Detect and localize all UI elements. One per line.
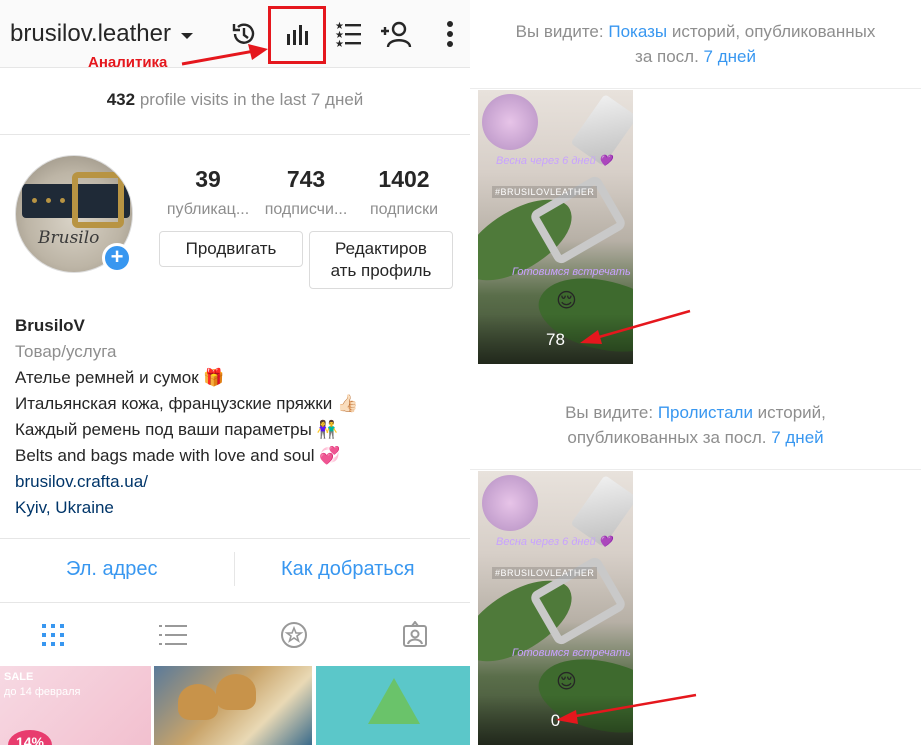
divider [470,88,921,89]
thumb-sale-percent: 14% [8,730,52,745]
stat-posts-count: 39 [195,166,221,192]
profile-bio: BrusiloV Товар/услуга Ателье ремней и су… [15,313,358,521]
profile-visits-count: 432 [106,90,136,109]
caption1-line2-prefix: за посл. [635,47,704,66]
stat-following-count: 1402 [378,166,430,192]
more-options-icon[interactable] [432,16,468,52]
list-view-icon[interactable] [158,620,188,650]
story-emoji: 😌 [556,290,577,312]
profile-visits[interactable]: 432 profile visits in the last 7 дней [0,90,470,110]
story-caption-text: Весна через 6 дней 💜 [496,155,613,167]
annotation-label: Аналитика [88,54,168,71]
caption1-middle: историй, опубликованных [667,22,876,41]
caption1-prefix: Вы видите: [515,22,609,41]
annotation-arrow [181,44,268,66]
close-friends-list-icon[interactable]: ★ ★ ★ [330,16,366,52]
edit-profile-button[interactable]: Редактиров ать профиль [309,231,453,289]
profile-name: BrusiloV [15,316,85,335]
annotation-arrow [580,309,691,344]
stories-insights-panel: Вы видите: Показы историй, опубликованны… [470,0,921,745]
annotation-highlight-box [268,6,326,64]
username-label: brusilov.leather [10,20,171,47]
profile-visits-text: profile visits in the last 7 дней [139,90,364,109]
stat-followers-label: подписчи... [264,201,348,218]
location-city-link[interactable]: Kyiv [15,498,46,517]
saved-star-icon[interactable] [279,620,309,650]
story-caption-text-2: Готовимся встречать [512,266,631,278]
stat-following-label: подписки [369,201,439,218]
post-thumbnail-baking[interactable] [154,666,312,745]
metric-swipes-link[interactable]: Пролистали [658,403,753,422]
thumb-sale-date: до 14 февраля [4,686,81,698]
stat-posts[interactable]: 39 публикац... [158,166,258,219]
stories-caption-impressions: Вы видите: Показы историй, опубликованны… [470,19,921,69]
svg-text:★: ★ [335,39,344,49]
post-thumbnail-holiday[interactable] [316,666,470,745]
period-link-1[interactable]: 7 дней [704,47,756,66]
tagged-photos-icon[interactable] [400,620,430,650]
story-caption-text: Весна через 6 дней 💜 [496,536,613,548]
divider [0,538,470,539]
grid-view-icon[interactable] [38,620,68,650]
add-person-icon[interactable] [378,16,414,52]
website-link[interactable]: brusilov.crafta.ua/ [15,469,358,495]
email-button[interactable]: Эл. адрес [66,558,158,581]
promote-button[interactable]: Продвигать [159,231,303,267]
story-hashtag: #BRUSILOVLEATHER [492,186,598,198]
caption2-middle: историй, [752,403,826,422]
profile-panel: brusilov.leather ★ ★ ★ Аналитика 432 pro… [0,0,470,745]
directions-button[interactable]: Как добраться [281,558,415,581]
add-story-icon[interactable]: + [102,243,132,273]
divider [470,469,921,470]
stat-followers[interactable]: 743 подписчи... [256,166,356,219]
contact-separator [234,552,235,586]
stat-following[interactable]: 1402 подписки [354,166,454,219]
story-emoji: 😌 [556,671,577,693]
bio-line-3: Каждый ремень под ваши параметры 👫 [15,420,338,439]
metric-impressions-link[interactable]: Показы [608,22,667,41]
divider [0,134,470,135]
stories-caption-swipes: Вы видите: Пролистали историй, опубликов… [470,400,921,450]
chevron-down-icon [180,33,193,39]
account-switcher[interactable]: brusilov.leather [10,20,193,48]
profile-category: Товар/услуга [15,342,117,361]
bio-line-1: Ателье ремней и сумок 🎁 [15,368,225,387]
annotation-arrow [556,693,697,724]
story-caption-text-2: Готовимся встречать [512,647,631,659]
stat-posts-label: публикац... [166,201,250,218]
edit-profile-line1: Редактиров [335,239,427,258]
edit-profile-line2: ать профиль [330,261,432,280]
divider [0,602,470,603]
story-hashtag: #BRUSILOVLEATHER [492,567,598,579]
period-link-2[interactable]: 7 дней [771,428,823,447]
avatar-logo-text: Brusilo [38,228,100,248]
post-thumbnail-sale[interactable]: SALE до 14 февраля 14% [0,666,151,745]
location-country: , Ukraine [45,498,114,517]
caption2-prefix: Вы видите: [565,403,658,422]
bio-line-4: Belts and bags made with love and soul 💞 [15,446,341,465]
stat-followers-count: 743 [286,166,326,192]
bio-line-2: Итальянская кожа, французские пряжки 👍🏻 [15,394,359,413]
caption2-line2-prefix: опубликованных за посл. [567,428,772,447]
thumb-sale-text: SALE [4,671,34,683]
